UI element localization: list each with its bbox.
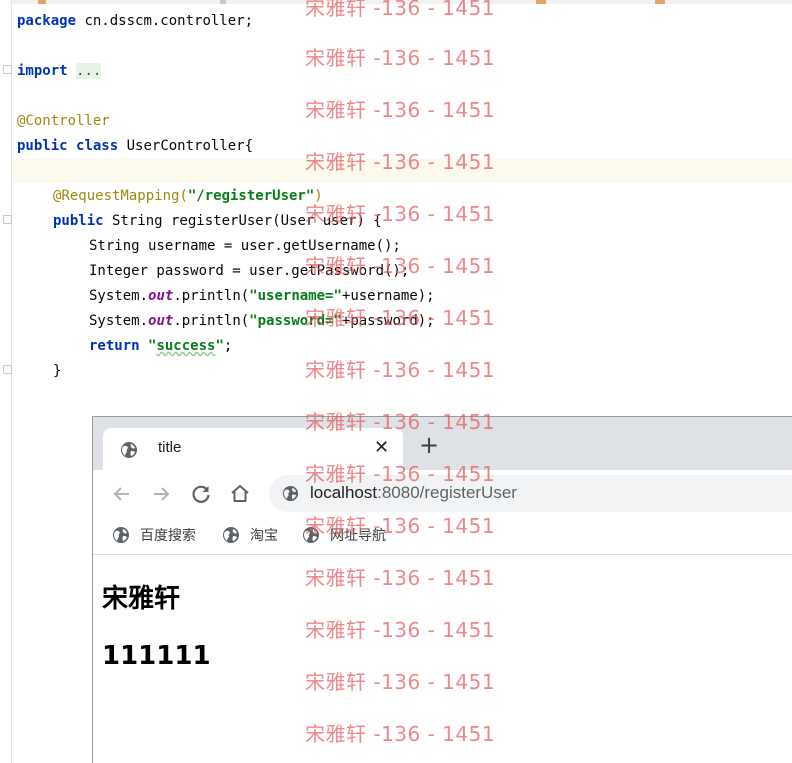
code-text: .println( <box>173 288 250 304</box>
folded-imports[interactable]: ... <box>76 63 102 79</box>
file-tab-hint <box>38 0 46 4</box>
watermark-text: 宋雅轩 -136 - 1451 <box>305 254 496 278</box>
code-text: } <box>53 363 62 379</box>
code-line-class-decl[interactable]: public class UserController{ <box>17 135 253 157</box>
static-field: out <box>148 313 174 329</box>
watermark-text: 宋雅轩 -136 - 1451 <box>305 514 496 538</box>
fold-toggle-icon[interactable] <box>3 65 12 74</box>
home-icon[interactable] <box>228 482 252 506</box>
code-text: System. <box>89 288 149 304</box>
fold-toggle-icon[interactable] <box>3 365 12 374</box>
code-text: System. <box>89 313 149 329</box>
keyword: return <box>89 338 140 354</box>
code-text: UserController{ <box>118 138 254 154</box>
reload-icon[interactable] <box>189 482 213 506</box>
watermark-text: 宋雅轩 -136 - 1451 <box>305 722 496 746</box>
code-line-package[interactable]: package cn.dsscm.controller; <box>17 10 253 32</box>
globe-icon <box>113 527 129 543</box>
tab-title: title <box>158 439 182 456</box>
watermark-text: 宋雅轩 -136 - 1451 <box>305 618 496 642</box>
back-arrow-icon[interactable] <box>110 482 134 506</box>
keyword: package <box>17 13 77 29</box>
globe-icon <box>223 527 239 543</box>
bookmark-taobao[interactable]: 淘宝 <box>222 524 278 546</box>
password-heading: 111111 <box>102 641 211 671</box>
watermark-text: 宋雅轩 -136 - 1451 <box>305 670 496 694</box>
new-tab-button[interactable]: + <box>419 433 439 457</box>
string-literal: " <box>215 338 224 354</box>
string-literal: success <box>156 338 216 354</box>
string-literal: "/registerUser" <box>187 188 315 204</box>
username-heading: 宋雅轩 <box>102 584 181 614</box>
keyword: class <box>76 138 119 154</box>
watermark-text: 宋雅轩 -136 - 1451 <box>305 462 496 486</box>
file-tab-hint <box>655 0 665 4</box>
code-text: .println( <box>173 313 250 329</box>
code-line-return[interactable]: return "success"; <box>89 335 232 357</box>
watermark-text: 宋雅轩 -136 - 1451 <box>305 98 496 122</box>
watermark-text: 宋雅轩 -136 - 1451 <box>305 358 496 382</box>
bookmark-label: 淘宝 <box>250 528 278 544</box>
fold-toggle-icon[interactable] <box>3 215 12 224</box>
watermark-text: 宋雅轩 -136 - 1451 <box>305 306 496 330</box>
watermark-text: 宋雅轩 -136 - 1451 <box>305 0 496 20</box>
code-text: ; <box>223 338 233 354</box>
watermark-text: 宋雅轩 -136 - 1451 <box>305 410 496 434</box>
close-icon[interactable]: ✕ <box>374 436 389 460</box>
keyword: public <box>17 138 68 154</box>
file-tab-hint <box>536 0 546 4</box>
code-line-import[interactable]: import ... <box>17 60 102 82</box>
code-text: cn.dsscm.controller; <box>76 13 254 29</box>
static-field: out <box>148 288 174 304</box>
watermark-text: 宋雅轩 -136 - 1451 <box>305 202 496 226</box>
globe-icon <box>121 442 137 458</box>
bookmark-label: 百度搜索 <box>140 528 196 544</box>
bookmark-baidu[interactable]: 百度搜索 <box>112 524 196 546</box>
keyword: public <box>53 213 104 229</box>
file-tab-hint <box>220 0 226 4</box>
watermark-text: 宋雅轩 -136 - 1451 <box>305 150 496 174</box>
annotation: @RequestMapping( <box>53 188 188 204</box>
watermark-text: 宋雅轩 -136 - 1451 <box>305 46 496 70</box>
globe-icon[interactable] <box>282 485 299 502</box>
code-line-annotation[interactable]: @Controller <box>17 110 110 132</box>
annotation: @Controller <box>17 113 110 129</box>
watermark-text: 宋雅轩 -136 - 1451 <box>305 566 496 590</box>
forward-arrow-icon[interactable] <box>149 482 173 506</box>
keyword: import <box>17 63 68 79</box>
code-line-request-mapping[interactable]: @RequestMapping("/registerUser") <box>53 185 323 207</box>
editor-gutter <box>0 0 12 763</box>
code-line-close-brace[interactable]: } <box>53 360 61 382</box>
